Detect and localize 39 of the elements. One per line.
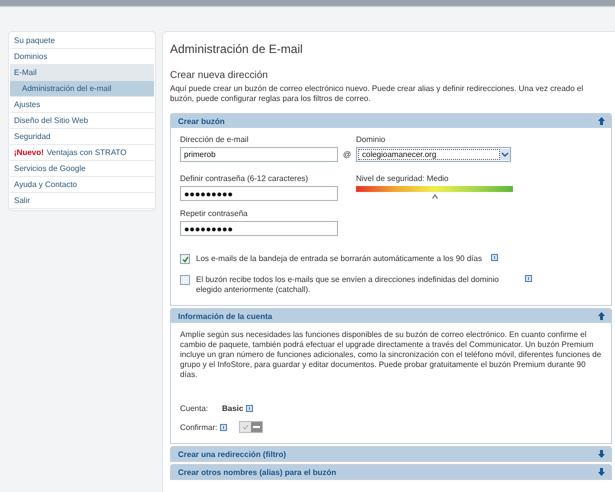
info-icon[interactable] xyxy=(220,424,228,430)
section-subtitle: Crear nueva dirección xyxy=(170,70,269,81)
check-icon xyxy=(242,424,250,430)
caret-icon xyxy=(500,149,510,160)
field-label: Dirección de e-mail xyxy=(180,135,250,144)
confirm-label: Confirmar: xyxy=(180,422,218,432)
checkbox-label: Los e-mails de la bandeja de entrada se borrarán automáticamente a los 90 días xyxy=(196,254,482,264)
at-sign: @ xyxy=(342,150,352,161)
down-arrow-icon[interactable] xyxy=(598,450,605,458)
up-arrow-icon[interactable] xyxy=(598,312,605,320)
confirm-toggle[interactable] xyxy=(239,421,264,433)
page-title: Administración de E-mail xyxy=(170,42,304,56)
password-input[interactable]: ●●●●●●●●● xyxy=(180,221,338,236)
section-header[interactable]: Crear otros nombres (alias) para el buzón xyxy=(171,465,611,479)
description-text: Aquí puede crear un buzón de correo electrónico nuevo. Puede crear alias y definir redirecciones. Una vez creado el buzón, puede configurar reglas para los filtros de correo. xyxy=(170,84,584,104)
field-label: Repetir contraseña xyxy=(180,209,249,218)
checkbox-label: El buzón recibe todos los e-mails que se envíen a direcciones indefinidas del dominio elegido anteriormente (catchall). xyxy=(196,275,500,295)
domain-select[interactable]: colegioamanecer.org xyxy=(356,147,511,162)
field-label: Dominio xyxy=(356,135,386,144)
info-icon[interactable] xyxy=(246,405,254,412)
section-header[interactable]: Información de la cuenta xyxy=(171,309,611,323)
sidebar-item[interactable]: E-Mail xyxy=(10,65,154,81)
account-info-text: Amplíe según sus necesidades las funciones disponibles de su buzón de correo electrónico. En cuanto confirme el cambio de paquete, también podrá efectuar el upgrade directamente a través del Communicator. Un buzón Premium incluye un gran número de funciones adicionales, como la sincronización con el teléfono móvil, diferentes funciones de grupo y el InfoStore, para guardar y editar documentos. Puede probar gratuitamente el buzón Premium durante 90 días. xyxy=(180,330,602,380)
checkbox[interactable] xyxy=(180,254,190,264)
checkbox[interactable] xyxy=(180,275,190,285)
sidebar-item[interactable]: Administración del e-mail xyxy=(10,81,154,97)
password-input[interactable]: ●●●●●●●●● xyxy=(180,186,338,201)
account-label: Cuenta: xyxy=(180,404,210,413)
field-label: Definir contraseña (6-12 caracteres) xyxy=(180,174,310,183)
meter-label: Nivel de seguridad: Medio xyxy=(356,174,450,183)
up-arrow-icon[interactable] xyxy=(598,117,605,125)
down-arrow-icon[interactable] xyxy=(598,468,605,476)
minus-icon xyxy=(253,426,260,428)
email-input[interactable]: primerob xyxy=(180,147,338,162)
section-header[interactable]: Crear una redirección (filtro) xyxy=(171,447,611,461)
info-icon[interactable] xyxy=(525,275,532,282)
account-value: Basic xyxy=(222,404,244,413)
info-icon[interactable] xyxy=(490,254,498,261)
section-header[interactable]: Crear buzón xyxy=(171,114,611,128)
